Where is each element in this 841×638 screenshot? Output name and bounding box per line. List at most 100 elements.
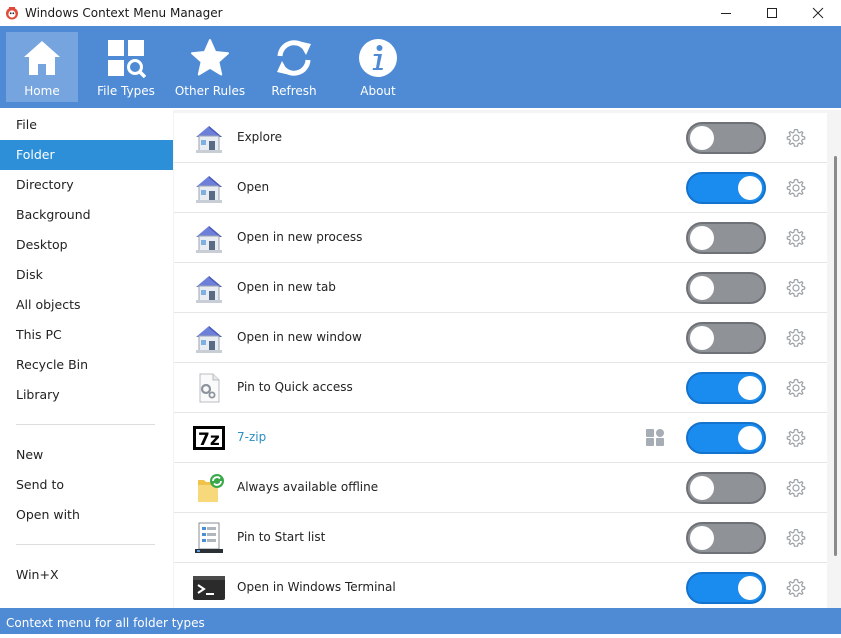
gear-icon[interactable] <box>786 128 806 148</box>
toggle-knob <box>690 126 714 150</box>
sidebar-item-folder[interactable]: Folder <box>0 140 173 170</box>
enable-toggle[interactable] <box>686 272 766 304</box>
toolbar-home-label: Home <box>24 84 60 98</box>
maximize-icon <box>767 8 777 18</box>
menu-item-label: Pin to Quick access <box>237 380 353 394</box>
toggle-knob <box>690 326 714 350</box>
toggle-knob <box>690 226 714 250</box>
menu-item-label[interactable]: 7-zip <box>237 413 266 462</box>
menu-item-row[interactable]: 7z 7-zip <box>174 413 827 463</box>
sidebar-item-open-with[interactable]: Open with <box>0 500 173 530</box>
enable-toggle[interactable] <box>686 372 766 404</box>
gear-icon[interactable] <box>786 378 806 398</box>
enable-toggle[interactable] <box>686 322 766 354</box>
main-toolbar: Home File Types Other Rules Refresh Abou… <box>0 26 841 108</box>
menu-item-row[interactable]: Open in new window <box>174 313 827 363</box>
sidebar-item-recycle-bin[interactable]: Recycle Bin <box>0 350 173 380</box>
home-icon <box>21 37 63 79</box>
refresh-icon <box>273 37 315 79</box>
enable-toggle[interactable] <box>686 522 766 554</box>
file-types-icon <box>105 37 147 79</box>
toggle-knob <box>738 426 762 450</box>
gear-icon[interactable] <box>786 528 806 548</box>
toggle-knob <box>738 576 762 600</box>
toolbar-file-types-label: File Types <box>97 84 155 98</box>
sidebar-item-send-to[interactable]: Send to <box>0 470 173 500</box>
menu-item-row[interactable]: Open in Windows Terminal <box>174 563 827 608</box>
terminal-icon <box>192 572 226 604</box>
sidebar-item-library[interactable]: Library <box>0 380 173 410</box>
svg-text:7z: 7z <box>198 430 220 450</box>
house-icon <box>192 222 226 254</box>
gear-icon[interactable] <box>786 578 806 598</box>
sync-folder-icon <box>192 472 226 504</box>
sidebar-item-directory[interactable]: Directory <box>0 170 173 200</box>
start-list-icon <box>192 522 226 554</box>
menu-item-label: Pin to Start list <box>237 530 326 544</box>
sidebar-item-win-x[interactable]: Win+X <box>0 560 173 590</box>
7zip-icon: 7z <box>192 422 226 454</box>
menu-item-row[interactable]: Explore <box>174 113 827 163</box>
menu-item-row[interactable]: Always available offline <box>174 463 827 513</box>
gear-icon[interactable] <box>786 278 806 298</box>
toggle-knob <box>690 476 714 500</box>
maximize-button[interactable] <box>749 0 795 26</box>
close-icon <box>812 7 824 19</box>
star-icon <box>189 37 231 79</box>
toolbar-file-types-button[interactable]: File Types <box>90 32 162 102</box>
menu-item-label: Open in new process <box>237 230 363 244</box>
house-icon <box>192 272 226 304</box>
toggle-knob <box>738 176 762 200</box>
sidebar-item-this-pc[interactable]: This PC <box>0 320 173 350</box>
menu-item-label: Open in new window <box>237 330 362 344</box>
toggle-knob <box>738 376 762 400</box>
gear-icon[interactable] <box>786 228 806 248</box>
toggle-knob <box>690 276 714 300</box>
minimize-icon <box>721 13 731 14</box>
title-bar: Windows Context Menu Manager <box>0 0 841 26</box>
sidebar-item-desktop[interactable]: Desktop <box>0 230 173 260</box>
menu-item-label: Always available offline <box>237 480 379 494</box>
sidebar-item-all-objects[interactable]: All objects <box>0 290 173 320</box>
menu-item-label: Explore <box>237 130 283 144</box>
shell-extension-icon[interactable] <box>645 429 665 449</box>
enable-toggle[interactable] <box>686 472 766 504</box>
sidebar-item-file[interactable]: File <box>0 110 173 140</box>
enable-toggle[interactable] <box>686 572 766 604</box>
menu-item-row[interactable]: Open <box>174 163 827 213</box>
app-logo-icon <box>6 7 18 20</box>
house-icon <box>192 122 226 154</box>
vertical-scrollbar[interactable] <box>834 156 837 556</box>
sidebar-item-new[interactable]: New <box>0 440 173 470</box>
enable-toggle[interactable] <box>686 172 766 204</box>
menu-item-label: Open <box>237 180 270 194</box>
menu-item-row[interactable]: Pin to Quick access <box>174 363 827 413</box>
sidebar-item-background[interactable]: Background <box>0 200 173 230</box>
gear-icon[interactable] <box>786 428 806 448</box>
toolbar-about-button[interactable]: About <box>342 32 414 102</box>
menu-item-row[interactable]: Open in new tab <box>174 263 827 313</box>
enable-toggle[interactable] <box>686 422 766 454</box>
sidebar-divider <box>16 544 155 545</box>
gear-icon[interactable] <box>786 328 806 348</box>
toolbar-other-rules-button[interactable]: Other Rules <box>174 32 246 102</box>
toolbar-other-rules-label: Other Rules <box>174 84 246 98</box>
menu-item-row[interactable]: Pin to Start list <box>174 513 827 563</box>
enable-toggle[interactable] <box>686 122 766 154</box>
minimize-button[interactable] <box>703 0 749 26</box>
info-icon <box>357 37 399 79</box>
enable-toggle[interactable] <box>686 222 766 254</box>
close-button[interactable] <box>795 0 841 26</box>
menu-item-list: Explore Open Open in new process Open in ne… <box>173 110 841 608</box>
settings-file-icon <box>192 372 226 404</box>
toolbar-refresh-label: Refresh <box>271 84 317 98</box>
toolbar-refresh-button[interactable]: Refresh <box>258 32 330 102</box>
toolbar-home-button[interactable]: Home <box>6 32 78 102</box>
house-icon <box>192 172 226 204</box>
gear-icon[interactable] <box>786 478 806 498</box>
menu-item-row[interactable]: Open in new process <box>174 213 827 263</box>
gear-icon[interactable] <box>786 178 806 198</box>
house-icon <box>192 322 226 354</box>
sidebar-item-disk[interactable]: Disk <box>0 260 173 290</box>
status-bar: Context menu for all folder types <box>0 608 841 634</box>
